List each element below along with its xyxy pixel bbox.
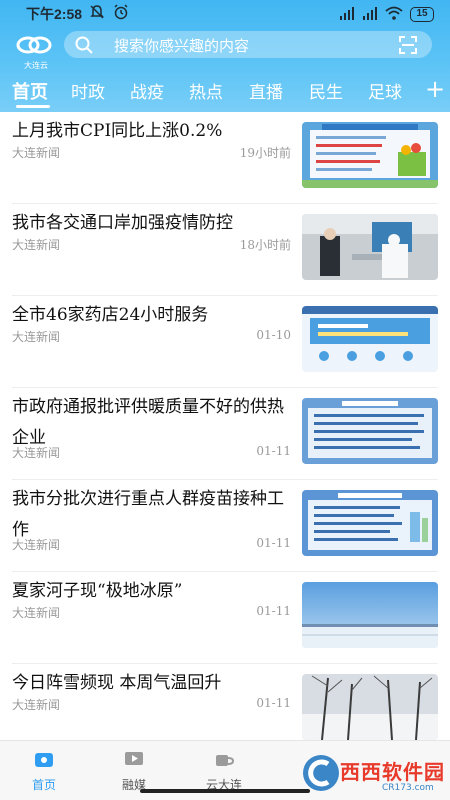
- news-source: 大连新闻: [12, 538, 61, 552]
- search-input[interactable]: 搜索你感兴趣的内容: [114, 35, 249, 56]
- signal-icon: [339, 5, 355, 24]
- tab-epidemic[interactable]: 战疫: [130, 78, 164, 103]
- news-item[interactable]: 我市分批次进行重点人群疫苗接种工作 大连新闻 01-11: [0, 480, 450, 572]
- news-thumbnail: [302, 674, 438, 740]
- status-bar: 下午2:58 15: [0, 0, 450, 28]
- news-thumbnail: [302, 398, 438, 464]
- news-thumbnail: [302, 306, 438, 372]
- tab-live[interactable]: 直播: [249, 78, 283, 103]
- nav-media[interactable]: 融媒: [104, 749, 164, 793]
- search-bar[interactable]: 搜索你感兴趣的内容: [64, 31, 432, 58]
- news-time: 19小时前: [239, 146, 291, 160]
- news-time: 01-11: [256, 696, 291, 710]
- news-item[interactable]: 夏家河子现“极地冰原” 大连新闻 01-11: [0, 572, 450, 664]
- nav-home[interactable]: 首页: [14, 749, 74, 793]
- battery-icon: 15: [410, 7, 434, 22]
- news-source: 大连新闻: [12, 698, 61, 712]
- scan-icon[interactable]: [398, 35, 418, 59]
- status-time: 下午2:58: [26, 6, 83, 22]
- news-title: 全市46家药店24小时服务: [12, 305, 209, 325]
- news-thumbnail: [302, 214, 438, 280]
- tab-football[interactable]: 足球: [368, 78, 402, 103]
- news-source: 大连新闻: [12, 146, 61, 160]
- watermark-text: 西西软件园: [340, 760, 445, 784]
- add-tab-icon[interactable]: +: [425, 75, 445, 103]
- home-indicator: [140, 789, 310, 793]
- tab-hot[interactable]: 热点: [189, 78, 223, 103]
- news-source: 大连新闻: [12, 238, 61, 252]
- news-item[interactable]: 今日阵雪频现 本周气温回升 大连新闻 01-11: [0, 664, 450, 740]
- news-thumbnail: [302, 490, 438, 556]
- alarm-icon: [112, 3, 130, 25]
- news-item[interactable]: 市政府通报批评供暖质量不好的供热企业 大连新闻 01-11: [0, 388, 450, 480]
- news-time: 01-11: [256, 604, 291, 618]
- search-icon[interactable]: [74, 35, 94, 59]
- news-source: 大连新闻: [12, 606, 61, 620]
- signal-icon: [362, 5, 378, 24]
- watermark: 西西软件园 CR173.com: [300, 748, 450, 800]
- mute-icon: [88, 3, 106, 25]
- category-tabs: 首页 时政 战疫 热点 直播 民生 足球: [0, 78, 450, 108]
- wifi-icon: [385, 5, 403, 24]
- news-time: 01-11: [256, 536, 291, 550]
- nav-home-label: 首页: [31, 778, 56, 792]
- nav-cloud[interactable]: 云大连: [194, 749, 254, 793]
- news-thumbnail: [302, 582, 438, 648]
- news-title: 上月我市CPI同比上涨0.2%: [12, 121, 223, 141]
- active-tab-indicator: [16, 105, 50, 108]
- tab-politics[interactable]: 时政: [71, 78, 105, 103]
- news-title: 夏家河子现“极地冰原”: [12, 581, 183, 601]
- news-time: 01-10: [256, 328, 291, 342]
- news-time: 01-11: [256, 444, 291, 458]
- news-time: 18小时前: [239, 238, 291, 252]
- news-item[interactable]: 上月我市CPI同比上涨0.2% 大连新闻 19小时前: [0, 112, 450, 204]
- news-thumbnail: [302, 122, 438, 188]
- news-source: 大连新闻: [12, 330, 61, 344]
- app-logo-text: 大连云: [24, 61, 48, 70]
- news-item[interactable]: 我市各交通口岸加强疫情防控 大连新闻 18小时前: [0, 204, 450, 296]
- news-title: 我市各交通口岸加强疫情防控: [12, 213, 233, 233]
- home-icon: [35, 753, 53, 767]
- watermark-logo-icon: [303, 755, 339, 791]
- media-icon: [125, 752, 143, 765]
- news-source: 大连新闻: [12, 446, 61, 460]
- app-header: 下午2:58 15 大连云 搜索你感兴趣的内容 首页 时政 战疫 热点 直播 民…: [0, 0, 450, 112]
- news-title: 今日阵雪频现 本周气温回升: [12, 673, 222, 693]
- news-item[interactable]: 全市46家药店24小时服务 大连新闻 01-10: [0, 296, 450, 388]
- watermark-url: CR173.com: [382, 783, 434, 793]
- cloud-icon: [216, 755, 235, 766]
- tab-livelihood[interactable]: 民生: [309, 78, 343, 103]
- tab-home[interactable]: 首页: [12, 78, 48, 104]
